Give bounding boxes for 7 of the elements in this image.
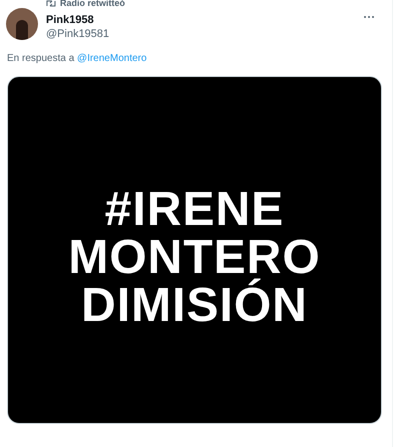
user-handle[interactable]: @Pink19581 [46, 27, 110, 41]
avatar[interactable] [6, 8, 38, 40]
retweet-icon [46, 0, 56, 7]
display-name[interactable]: Pink1958 [46, 13, 110, 27]
reply-label: En respuesta a [7, 53, 74, 64]
image-caption-line: #IRENE [104, 182, 284, 238]
more-options-icon[interactable] [362, 14, 376, 20]
